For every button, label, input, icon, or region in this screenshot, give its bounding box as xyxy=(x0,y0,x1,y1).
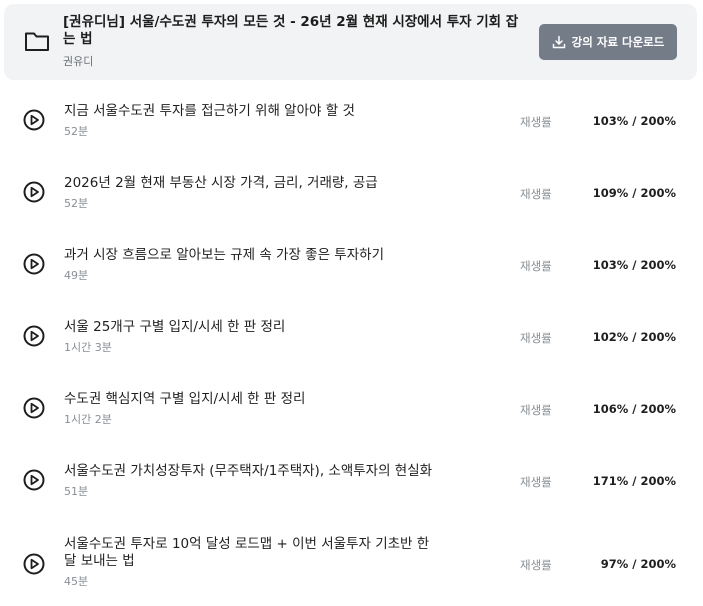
progress-value: 109% / 200% xyxy=(592,186,676,200)
download-icon xyxy=(552,35,565,49)
lesson-duration: 52분 xyxy=(64,125,89,138)
play-icon[interactable] xyxy=(23,469,45,491)
progress-label: 재생률 xyxy=(520,259,552,273)
play-icon[interactable] xyxy=(23,397,45,419)
play-icon[interactable] xyxy=(23,553,45,575)
lesson-text: 서울수도권 투자로 10억 달성 로드맵 + 이번 서울투자 기초반 한 달 보… xyxy=(64,536,444,589)
progress-value: 171% / 200% xyxy=(592,474,676,488)
lesson-title: 서울 25개구 구별 입지/시세 한 판 정리 xyxy=(64,319,286,335)
download-button-label: 강의 자료 다운로드 xyxy=(571,35,665,49)
progress-label: 재생률 xyxy=(520,115,552,129)
play-icon[interactable] xyxy=(23,109,45,131)
lesson-text: 지금 서울수도권 투자를 접근하기 위해 알아야 할 것 52분 xyxy=(64,103,464,139)
lesson-row[interactable]: 수도권 핵심지역 구별 입지/시세 한 판 정리 1시간 2분 재생률 106%… xyxy=(0,372,703,444)
progress-label: 재생률 xyxy=(520,187,552,201)
lesson-text: 서울수도권 가치성장투자 (무주택자/1주택자), 소액투자의 현실화 51분 xyxy=(64,463,464,499)
progress-value: 103% / 200% xyxy=(592,258,676,272)
progress-label: 재생률 xyxy=(520,558,552,572)
course-title: [권유디님] 서울/수도권 투자의 모든 것 - 26년 2월 현재 시장에서 … xyxy=(63,14,519,47)
play-icon[interactable] xyxy=(23,325,45,347)
lesson-text: 2026년 2월 현재 부동산 시장 가격, 금리, 거래량, 공급 52분 xyxy=(64,175,464,211)
progress-value: 103% / 200% xyxy=(592,114,676,128)
lesson-text: 과거 시장 흐름으로 알아보는 규제 속 가장 좋은 투자하기 49분 xyxy=(64,247,464,283)
play-icon[interactable] xyxy=(23,253,45,275)
lesson-text: 서울 25개구 구별 입지/시세 한 판 정리 1시간 3분 xyxy=(64,319,464,355)
lesson-row[interactable]: 2026년 2월 현재 부동산 시장 가격, 금리, 거래량, 공급 52분 재… xyxy=(0,156,703,228)
lesson-duration: 1시간 2분 xyxy=(64,413,112,426)
lesson-title: 과거 시장 흐름으로 알아보는 규제 속 가장 좋은 투자하기 xyxy=(64,247,384,263)
course-author: 권유디 xyxy=(63,55,94,68)
progress-label: 재생률 xyxy=(520,331,552,345)
lesson-list: 지금 서울수도권 투자를 접근하기 위해 알아야 할 것 52분 재생률 103… xyxy=(0,84,703,606)
progress-value: 102% / 200% xyxy=(592,330,676,344)
lesson-title: 2026년 2월 현재 부동산 시장 가격, 금리, 거래량, 공급 xyxy=(64,175,378,191)
lesson-duration: 1시간 3분 xyxy=(64,341,112,354)
lesson-row[interactable]: 지금 서울수도권 투자를 접근하기 위해 알아야 할 것 52분 재생률 103… xyxy=(0,84,703,156)
folder-icon xyxy=(25,32,49,51)
lesson-title: 수도권 핵심지역 구별 입지/시세 한 판 정리 xyxy=(64,391,306,407)
lesson-duration: 49분 xyxy=(64,269,89,282)
lesson-row[interactable]: 과거 시장 흐름으로 알아보는 규제 속 가장 좋은 투자하기 49분 재생률 … xyxy=(0,228,703,300)
lesson-title: 지금 서울수도권 투자를 접근하기 위해 알아야 할 것 xyxy=(64,103,355,119)
progress-label: 재생률 xyxy=(520,403,552,417)
lesson-row[interactable]: 서울 25개구 구별 입지/시세 한 판 정리 1시간 3분 재생률 102% … xyxy=(0,300,703,372)
lesson-row[interactable]: 서울수도권 투자로 10억 달성 로드맵 + 이번 서울투자 기초반 한 달 보… xyxy=(0,516,703,606)
course-header: [권유디님] 서울/수도권 투자의 모든 것 - 26년 2월 현재 시장에서 … xyxy=(4,4,697,80)
lesson-duration: 45분 xyxy=(64,575,89,588)
lesson-title: 서울수도권 가치성장투자 (무주택자/1주택자), 소액투자의 현실화 xyxy=(64,463,433,479)
lesson-title: 서울수도권 투자로 10억 달성 로드맵 + 이번 서울투자 기초반 한 달 보… xyxy=(64,536,430,569)
progress-value: 106% / 200% xyxy=(592,402,676,416)
lesson-text: 수도권 핵심지역 구별 입지/시세 한 판 정리 1시간 2분 xyxy=(64,391,464,427)
progress-value: 97% / 200% xyxy=(600,557,676,571)
lesson-row[interactable]: 서울수도권 가치성장투자 (무주택자/1주택자), 소액투자의 현실화 51분 … xyxy=(0,444,703,516)
progress-label: 재생률 xyxy=(520,475,552,489)
lesson-duration: 51분 xyxy=(64,485,89,498)
play-icon[interactable] xyxy=(23,181,45,203)
download-materials-button[interactable]: 강의 자료 다운로드 xyxy=(539,24,677,60)
lesson-duration: 52분 xyxy=(64,197,89,210)
